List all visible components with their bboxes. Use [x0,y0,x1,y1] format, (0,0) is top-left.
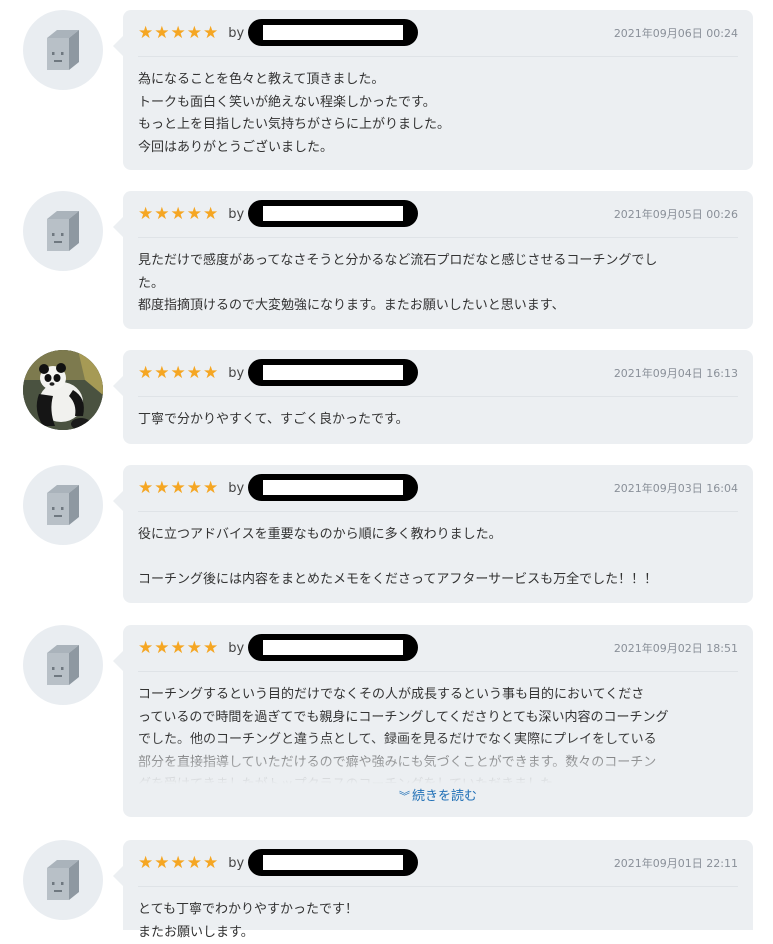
star-icon: ★ [203,22,219,43]
star-icon: ★ [154,852,170,873]
star-icon: ★ [170,203,186,224]
default-avatar[interactable] [23,625,103,705]
star-icon: ★ [203,852,219,873]
star-icon: ★ [170,637,186,658]
star-icon: ★ [170,362,186,383]
star-icon: ★ [138,852,154,873]
star-icon: ★ [203,203,219,224]
review-date: 2021年09月01日 22:11 [613,857,738,870]
cube-face-icon [47,860,79,900]
review-text: コーチングするという目的だけでなくその人が成長するという事も目的においてくださ … [138,672,738,784]
default-avatar[interactable] [23,840,103,920]
star-icon: ★ [203,477,219,498]
redacted-username [248,849,418,876]
review-text: 見ただけで感度があってなさそうと分かるなど流石プロだなと感じさせるコーチングでし… [138,253,658,313]
review-text: 丁寧で分かりやすくて、すごく良かったです。 [138,412,409,427]
review-date: 2021年09月05日 00:26 [613,208,738,221]
default-avatar[interactable] [23,465,103,545]
review-text: とても丁寧でわかりやすかったです！ またお願いします。 [138,902,358,940]
star-icon: ★ [186,362,202,383]
star-icon: ★ [186,852,202,873]
star-icon: ★ [170,22,186,43]
default-avatar[interactable] [23,191,103,271]
read-more-label: 続きを読む [411,789,477,804]
star-icon: ★ [138,22,154,43]
redacted-username [248,634,418,661]
star-icon: ★ [203,637,219,658]
reviewer-by: by [228,855,245,871]
review-date: 2021年09月03日 16:04 [613,482,738,495]
star-icon: ★ [138,203,154,224]
review-card: ★ ★ ★ ★ ★ by 2021年09月05日 00:26 見ただけで感度があってなさ… [113,191,753,329]
cube-face-icon [47,211,79,251]
star-icon: ★ [203,362,219,383]
reviewer-by: by [228,640,245,656]
star-rating: ★ ★ ★ ★ ★ [138,22,219,43]
reviewer-by: by [228,480,245,496]
star-rating: ★ ★ ★ ★ ★ [138,637,219,658]
star-icon: ★ [154,22,170,43]
star-rating: ★ ★ ★ ★ ★ [138,362,219,383]
cube-face-icon [47,645,79,685]
star-icon: ★ [154,637,170,658]
review-date: 2021年09月04日 16:13 [613,367,738,380]
star-icon: ★ [138,637,154,658]
cube-face-icon [47,485,79,525]
reviewer-by: by [228,25,245,41]
review-text: 為になることを色々と教えて頂きました。 トークも面白く笑いが絶えない程楽しかった… [138,72,451,155]
review-card: ★ ★ ★ ★ ★ by 2021年09月03日 16:04 役に立つアドバイスを重要な… [113,465,753,603]
review-card: ★ ★ ★ ★ ★ by 2021年09月06日 00:24 為になることを色々と教えて… [113,10,753,170]
review-card: ★ ★ ★ ★ ★ by 2021年09月04日 16:13 丁寧で分かりやすくて、すご… [113,350,753,444]
redacted-username [248,200,418,227]
star-icon: ★ [138,477,154,498]
star-icon: ★ [154,203,170,224]
chevron-double-down-icon: ︾ [398,790,410,803]
star-icon: ★ [186,22,202,43]
star-icon: ★ [170,852,186,873]
star-rating: ★ ★ ★ ★ ★ [138,203,219,224]
review-card: ★ ★ ★ ★ ★ by 2021年09月02日 18:51 コーチングするという目的だ… [113,625,753,817]
redacted-username [248,19,418,46]
star-rating: ★ ★ ★ ★ ★ [138,852,219,873]
redacted-username [248,359,418,386]
review-date: 2021年09月06日 00:24 [613,27,738,40]
panda-photo-icon [23,350,103,430]
star-icon: ★ [138,362,154,383]
reviewer-by: by [228,365,245,381]
read-more-link[interactable]: ︾ 続きを読む [123,785,753,804]
star-icon: ★ [154,362,170,383]
star-rating: ★ ★ ★ ★ ★ [138,477,219,498]
panda-photo-avatar[interactable] [23,350,103,430]
reviewer-by: by [228,206,245,222]
review-text: 役に立つアドバイスを重要なものから順に多く教わりました。 コーチング後には内容を… [138,527,658,587]
star-icon: ★ [186,203,202,224]
cube-face-icon [47,30,79,70]
default-avatar[interactable] [23,10,103,90]
star-icon: ★ [154,477,170,498]
star-icon: ★ [170,477,186,498]
star-icon: ★ [186,637,202,658]
review-date: 2021年09月02日 18:51 [613,642,738,655]
redacted-username [248,474,418,501]
star-icon: ★ [186,477,202,498]
review-card: ★ ★ ★ ★ ★ by 2021年09月01日 22:11 とても丁寧でわかりやすかっ… [113,840,753,940]
